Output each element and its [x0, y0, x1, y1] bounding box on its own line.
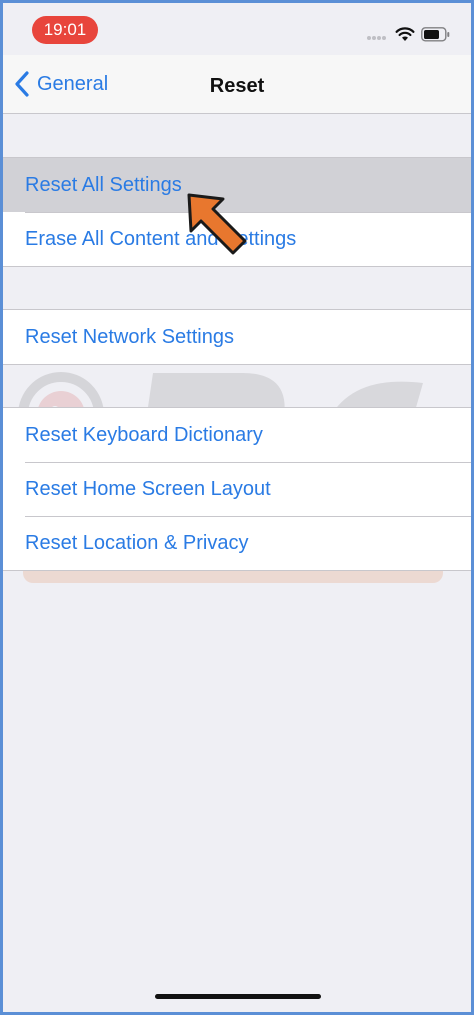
reset-group-2: Reset Network Settings — [3, 309, 471, 365]
navigation-bar: General Reset — [3, 55, 471, 114]
status-time: 19:01 — [32, 16, 98, 44]
signal-dots-icon — [367, 36, 389, 40]
reset-group-3: Reset Keyboard Dictionary Reset Home Scr… — [3, 407, 471, 571]
battery-icon — [421, 27, 450, 42]
reset-home-screen-layout-cell[interactable]: Reset Home Screen Layout — [3, 462, 471, 516]
status-bar: 19:01 — [3, 3, 471, 55]
reset-keyboard-dictionary-cell[interactable]: Reset Keyboard Dictionary — [3, 408, 471, 462]
reset-network-settings-cell[interactable]: Reset Network Settings — [3, 310, 471, 364]
reset-group-1: Reset All Settings Erase All Content and… — [3, 157, 471, 267]
reset-all-settings-cell[interactable]: Reset All Settings — [3, 158, 471, 212]
phone-screen: 19:01 General Reset Reset All Settings E… — [3, 3, 471, 1012]
wifi-icon — [395, 27, 415, 41]
erase-all-content-cell[interactable]: Erase All Content and Settings — [3, 212, 471, 266]
page-title: Reset — [209, 75, 265, 97]
reset-location-privacy-cell[interactable]: Reset Location & Privacy — [3, 516, 471, 570]
home-indicator[interactable] — [155, 994, 321, 999]
